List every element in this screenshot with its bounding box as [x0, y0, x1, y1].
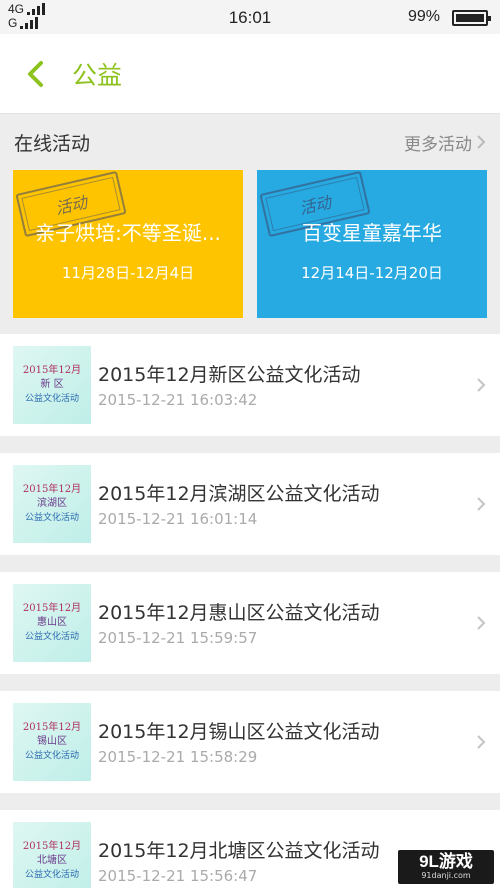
activity-card-title: 百变星童嘉年华 [302, 221, 442, 245]
thumb-line-3: 公益文化活动 [24, 513, 79, 523]
site-watermark: 9L游戏 91danji.com [398, 850, 494, 884]
thumb-line-1: 2015年12月 [22, 722, 82, 733]
activity-card-dates: 12月14日-12月20日 [301, 264, 443, 282]
activity-card-2[interactable]: 活动 百变星童嘉年华 12月14日-12月20日 [257, 170, 487, 318]
activity-card-dates: 11月28日-12月4日 [61, 264, 195, 282]
status-bar: 4G G 16:01 99% [0, 0, 500, 34]
chevron-right-icon [477, 735, 486, 749]
item-title: 2015年12月锡山区公益文化活动 [98, 720, 380, 743]
chevron-left-icon [28, 60, 43, 87]
item-title: 2015年12月惠山区公益文化活动 [98, 601, 380, 624]
item-timestamp: 2015-12-21 16:01:14 [98, 509, 258, 528]
thumb-line-1: 2015年12月 [22, 603, 82, 614]
list-item[interactable]: 2015年12月 新 区 公益文化活动 2015年12月新区公益文化活动 201… [0, 334, 500, 436]
thumb-line-1: 2015年12月 [22, 365, 82, 376]
activity-card-title: 亲子烘培:不等圣诞... [35, 221, 221, 245]
thumb-line-3: 公益文化活动 [24, 632, 79, 642]
thumbnail-image: 2015年12月 新 区 公益文化活动 [13, 346, 91, 424]
online-activities-header: 在线活动 更多活动 [0, 114, 500, 170]
item-title: 2015年12月北塘区公益文化活动 [98, 839, 380, 862]
thumb-line-2: 惠山区 [37, 617, 67, 628]
activity-list: 2015年12月 新 区 公益文化活动 2015年12月新区公益文化活动 201… [0, 334, 500, 888]
list-item[interactable]: 2015年12月 锡山区 公益文化活动 2015年12月锡山区公益文化活动 20… [0, 691, 500, 793]
thumb-line-2: 新 区 [40, 379, 64, 390]
thumb-line-1: 2015年12月 [22, 484, 82, 495]
watermark-url: 91danji.com [421, 871, 471, 880]
item-timestamp: 2015-12-21 16:03:42 [98, 390, 258, 409]
thumb-line-3: 公益文化活动 [24, 751, 79, 761]
thumbnail-image: 2015年12月 滨湖区 公益文化活动 [13, 465, 91, 543]
thumb-line-2: 锡山区 [37, 736, 67, 747]
battery-percent: 99% [407, 8, 440, 25]
item-timestamp: 2015-12-21 15:56:47 [98, 866, 258, 885]
thumb-line-3: 公益文化活动 [24, 870, 79, 880]
section-title: 在线活动 [14, 132, 91, 155]
item-title: 2015年12月新区公益文化活动 [98, 363, 361, 386]
item-timestamp: 2015-12-21 15:59:57 [98, 628, 258, 647]
chevron-right-icon [477, 135, 486, 149]
thumbnail-image: 2015年12月 北塘区 公益文化活动 [13, 822, 91, 888]
thumb-line-1: 2015年12月 [22, 841, 82, 852]
app-bar: 公益 [0, 34, 500, 114]
battery-fill [456, 14, 484, 22]
chevron-right-icon [477, 378, 486, 392]
battery-icon [452, 10, 491, 26]
thumbnail-image: 2015年12月 锡山区 公益文化活动 [13, 703, 91, 781]
list-item[interactable]: 2015年12月 惠山区 公益文化活动 2015年12月惠山区公益文化活动 20… [0, 572, 500, 674]
thumb-line-3: 公益文化活动 [24, 394, 79, 404]
list-item[interactable]: 2015年12月 滨湖区 公益文化活动 2015年12月滨湖区公益文化活动 20… [0, 453, 500, 555]
more-activities-link[interactable]: 更多活动 [404, 130, 486, 155]
chevron-right-icon [477, 497, 486, 511]
watermark-logo: 9L游戏 [419, 852, 473, 871]
back-button[interactable] [0, 34, 70, 114]
activity-card-1[interactable]: 活动 亲子烘培:不等圣诞... 11月28日-12月4日 [13, 170, 243, 318]
more-activities-label: 更多活动 [404, 134, 472, 155]
thumb-line-2: 滨湖区 [37, 498, 67, 509]
chevron-right-icon [477, 616, 486, 630]
thumb-line-2: 北塘区 [37, 855, 67, 866]
thumbnail-image: 2015年12月 惠山区 公益文化活动 [13, 584, 91, 662]
item-title: 2015年12月滨湖区公益文化活动 [98, 482, 380, 505]
item-timestamp: 2015-12-21 15:58:29 [98, 747, 258, 766]
page-title: 公益 [72, 60, 123, 90]
activity-cards: 活动 亲子烘培:不等圣诞... 11月28日-12月4日 活动 百变星童嘉年华 … [0, 170, 500, 318]
